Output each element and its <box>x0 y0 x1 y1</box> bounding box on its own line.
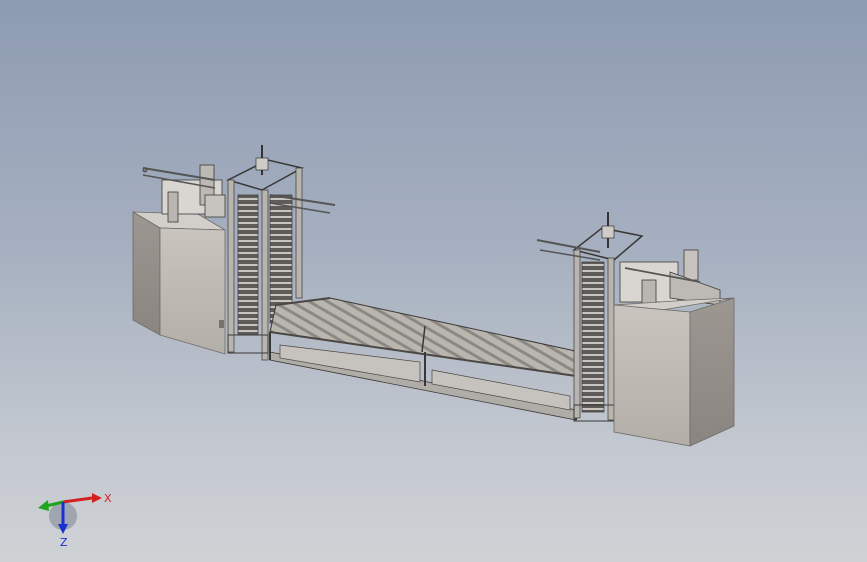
x-axis-arrowhead <box>92 493 102 503</box>
z-axis-label: Z <box>60 536 68 549</box>
right-gripper-mechanism[interactable] <box>619 249 721 307</box>
right-cabinet[interactable] <box>613 297 735 447</box>
orientation-triad: X Z <box>38 492 112 549</box>
machine-assembly-model[interactable] <box>0 0 867 562</box>
cad-viewport[interactable]: X Z <box>0 0 867 562</box>
roller-conveyor[interactable] <box>269 297 581 421</box>
left-cabinet[interactable] <box>132 211 226 355</box>
x-axis-arrow <box>62 496 93 504</box>
y-axis-arrowhead <box>38 500 49 511</box>
x-axis-label: X <box>104 492 112 505</box>
